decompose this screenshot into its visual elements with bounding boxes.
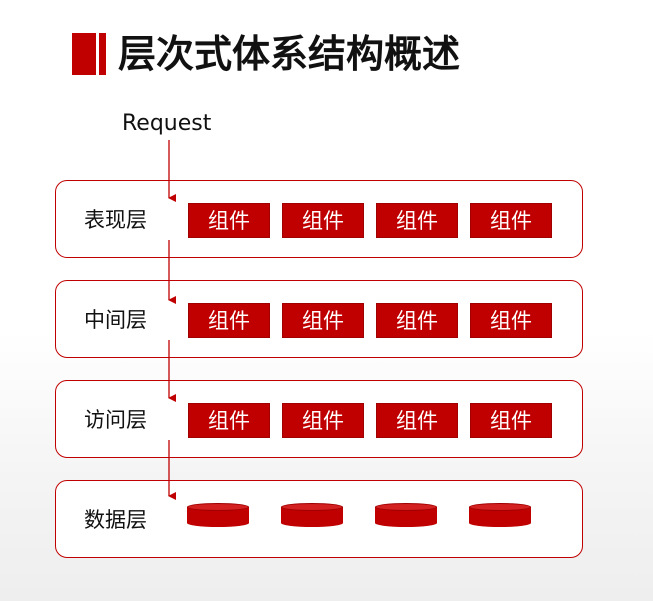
layer-label: 中间层 [84, 308, 147, 332]
request-label: Request [122, 111, 212, 136]
database-icon [281, 503, 343, 531]
layer-label: 数据层 [84, 508, 147, 532]
layer-presentation: 表现层 组件 组件 组件 组件 [55, 180, 583, 258]
layer-label: 表现层 [84, 208, 147, 232]
layer-middle: 中间层 组件 组件 组件 组件 [55, 280, 583, 358]
component-box: 组件 [188, 403, 270, 438]
database-icon [375, 503, 437, 531]
component-box: 组件 [188, 303, 270, 338]
component-box: 组件 [188, 203, 270, 238]
layer-label: 访问层 [84, 408, 147, 432]
component-box: 组件 [376, 203, 458, 238]
title-accent-bar [72, 33, 106, 75]
database-icon [469, 503, 531, 531]
database-icon [187, 503, 249, 531]
component-box: 组件 [376, 303, 458, 338]
component-box: 组件 [282, 403, 364, 438]
component-box: 组件 [282, 203, 364, 238]
component-box: 组件 [376, 403, 458, 438]
layer-data: 数据层 [55, 480, 583, 558]
component-box: 组件 [470, 403, 552, 438]
component-box: 组件 [470, 303, 552, 338]
page-title: 层次式体系结构概述 [118, 32, 461, 76]
component-box: 组件 [282, 303, 364, 338]
component-box: 组件 [470, 203, 552, 238]
layer-access: 访问层 组件 组件 组件 组件 [55, 380, 583, 458]
